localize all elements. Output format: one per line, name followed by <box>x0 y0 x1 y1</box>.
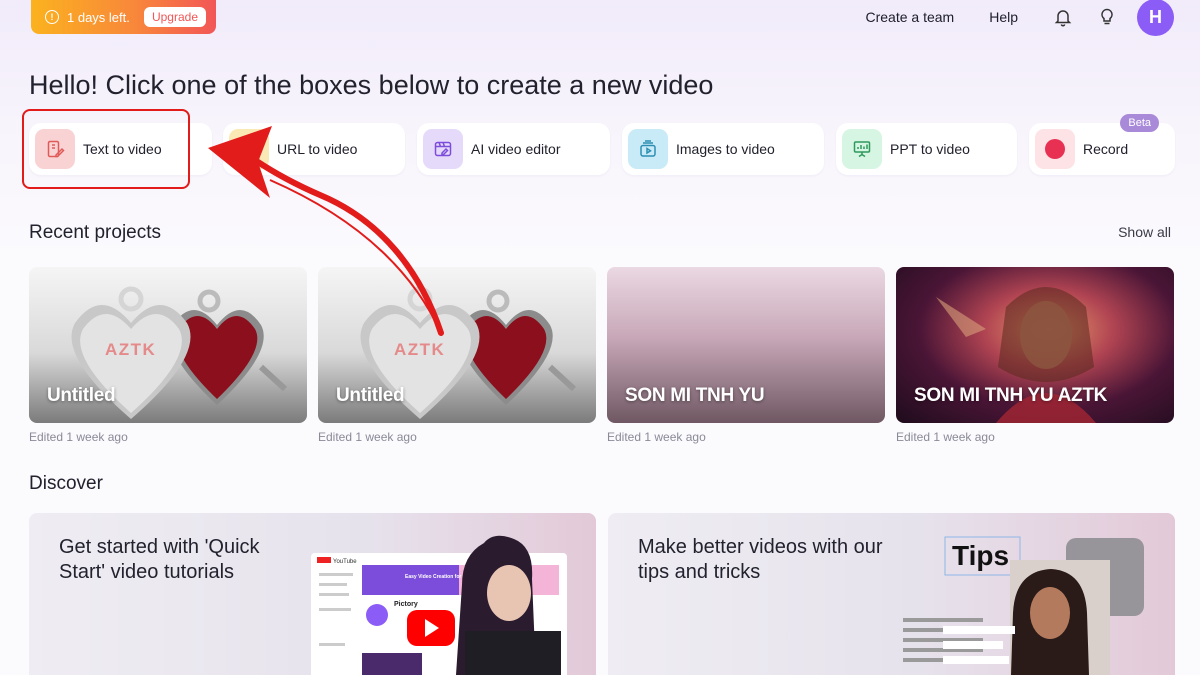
presentation-icon <box>842 129 882 169</box>
bell-icon[interactable] <box>1053 7 1073 27</box>
create-options: Text to video URL to video AI video edit… <box>29 114 1175 175</box>
tips-card[interactable]: Make better videos with our tips and tri… <box>608 513 1175 675</box>
project-card[interactable]: AZTK Untitled <box>29 267 307 423</box>
create-team-link[interactable]: Create a team <box>865 9 954 25</box>
project-title: SON MI TNH YU AZTK <box>914 385 1108 406</box>
project-card[interactable]: SON MI TNH YU <box>607 267 885 423</box>
record-label: Record <box>1083 141 1129 157</box>
project-title: SON MI TNH YU <box>625 385 765 406</box>
help-link[interactable]: Help <box>989 9 1018 25</box>
youtube-logo: YouTube <box>333 559 357 565</box>
ppt-to-video-button[interactable]: PPT to video <box>836 123 1017 175</box>
info-icon: ! <box>45 10 59 24</box>
trial-banner: ! 1 days left. Upgrade <box>31 0 216 34</box>
upgrade-button[interactable]: Upgrade <box>143 7 206 27</box>
project-edited: Edited 1 week ago <box>318 430 417 444</box>
trial-text: 1 days left. <box>67 9 130 25</box>
preview-name: Pictory <box>394 601 418 608</box>
lightbulb-icon[interactable] <box>1097 7 1117 27</box>
url-to-video-button[interactable]: URL to video <box>223 123 405 175</box>
project-edited: Edited 1 week ago <box>896 430 995 444</box>
project-edited: Edited 1 week ago <box>607 430 706 444</box>
images-to-video-button[interactable]: Images to video <box>622 123 824 175</box>
quick-start-card[interactable]: Get started with 'Quick Start' video tut… <box>29 513 596 675</box>
avatar[interactable]: H <box>1137 0 1174 36</box>
record-icon <box>1035 129 1075 169</box>
images-icon <box>628 129 668 169</box>
beta-badge: Beta <box>1120 114 1159 132</box>
project-title: Untitled <box>336 385 405 406</box>
tips-label: Tips <box>952 540 1009 571</box>
url-to-video-label: URL to video <box>277 141 358 157</box>
video-edit-icon <box>423 129 463 169</box>
ppt-to-video-label: PPT to video <box>890 141 970 157</box>
tutorial-preview: YouTube Easy Video Creation for Content … <box>311 535 567 675</box>
page-title: Hello! Click one of the boxes below to c… <box>29 70 714 100</box>
recent-projects-heading: Recent projects <box>29 222 162 243</box>
project-edited: Edited 1 week ago <box>29 430 128 444</box>
project-title: Untitled <box>47 385 116 406</box>
link-icon <box>229 129 269 169</box>
discover-heading: Discover <box>29 473 103 494</box>
thumb-logo: AZTK <box>394 340 445 359</box>
top-nav: Create a team Help H <box>865 0 1174 36</box>
project-card[interactable]: AZTK Untitled <box>318 267 596 423</box>
highlight-box <box>22 109 190 189</box>
tips-preview: Tips <box>903 536 1144 675</box>
ai-video-editor-button[interactable]: AI video editor <box>417 123 610 175</box>
record-button[interactable]: Record Beta <box>1029 114 1175 175</box>
ai-video-editor-label: AI video editor <box>471 141 561 157</box>
images-to-video-label: Images to video <box>676 141 775 157</box>
project-card[interactable]: SON MI TNH YU AZTK <box>896 267 1174 423</box>
show-all-link[interactable]: Show all <box>1118 224 1171 240</box>
thumb-logo: AZTK <box>105 340 156 359</box>
